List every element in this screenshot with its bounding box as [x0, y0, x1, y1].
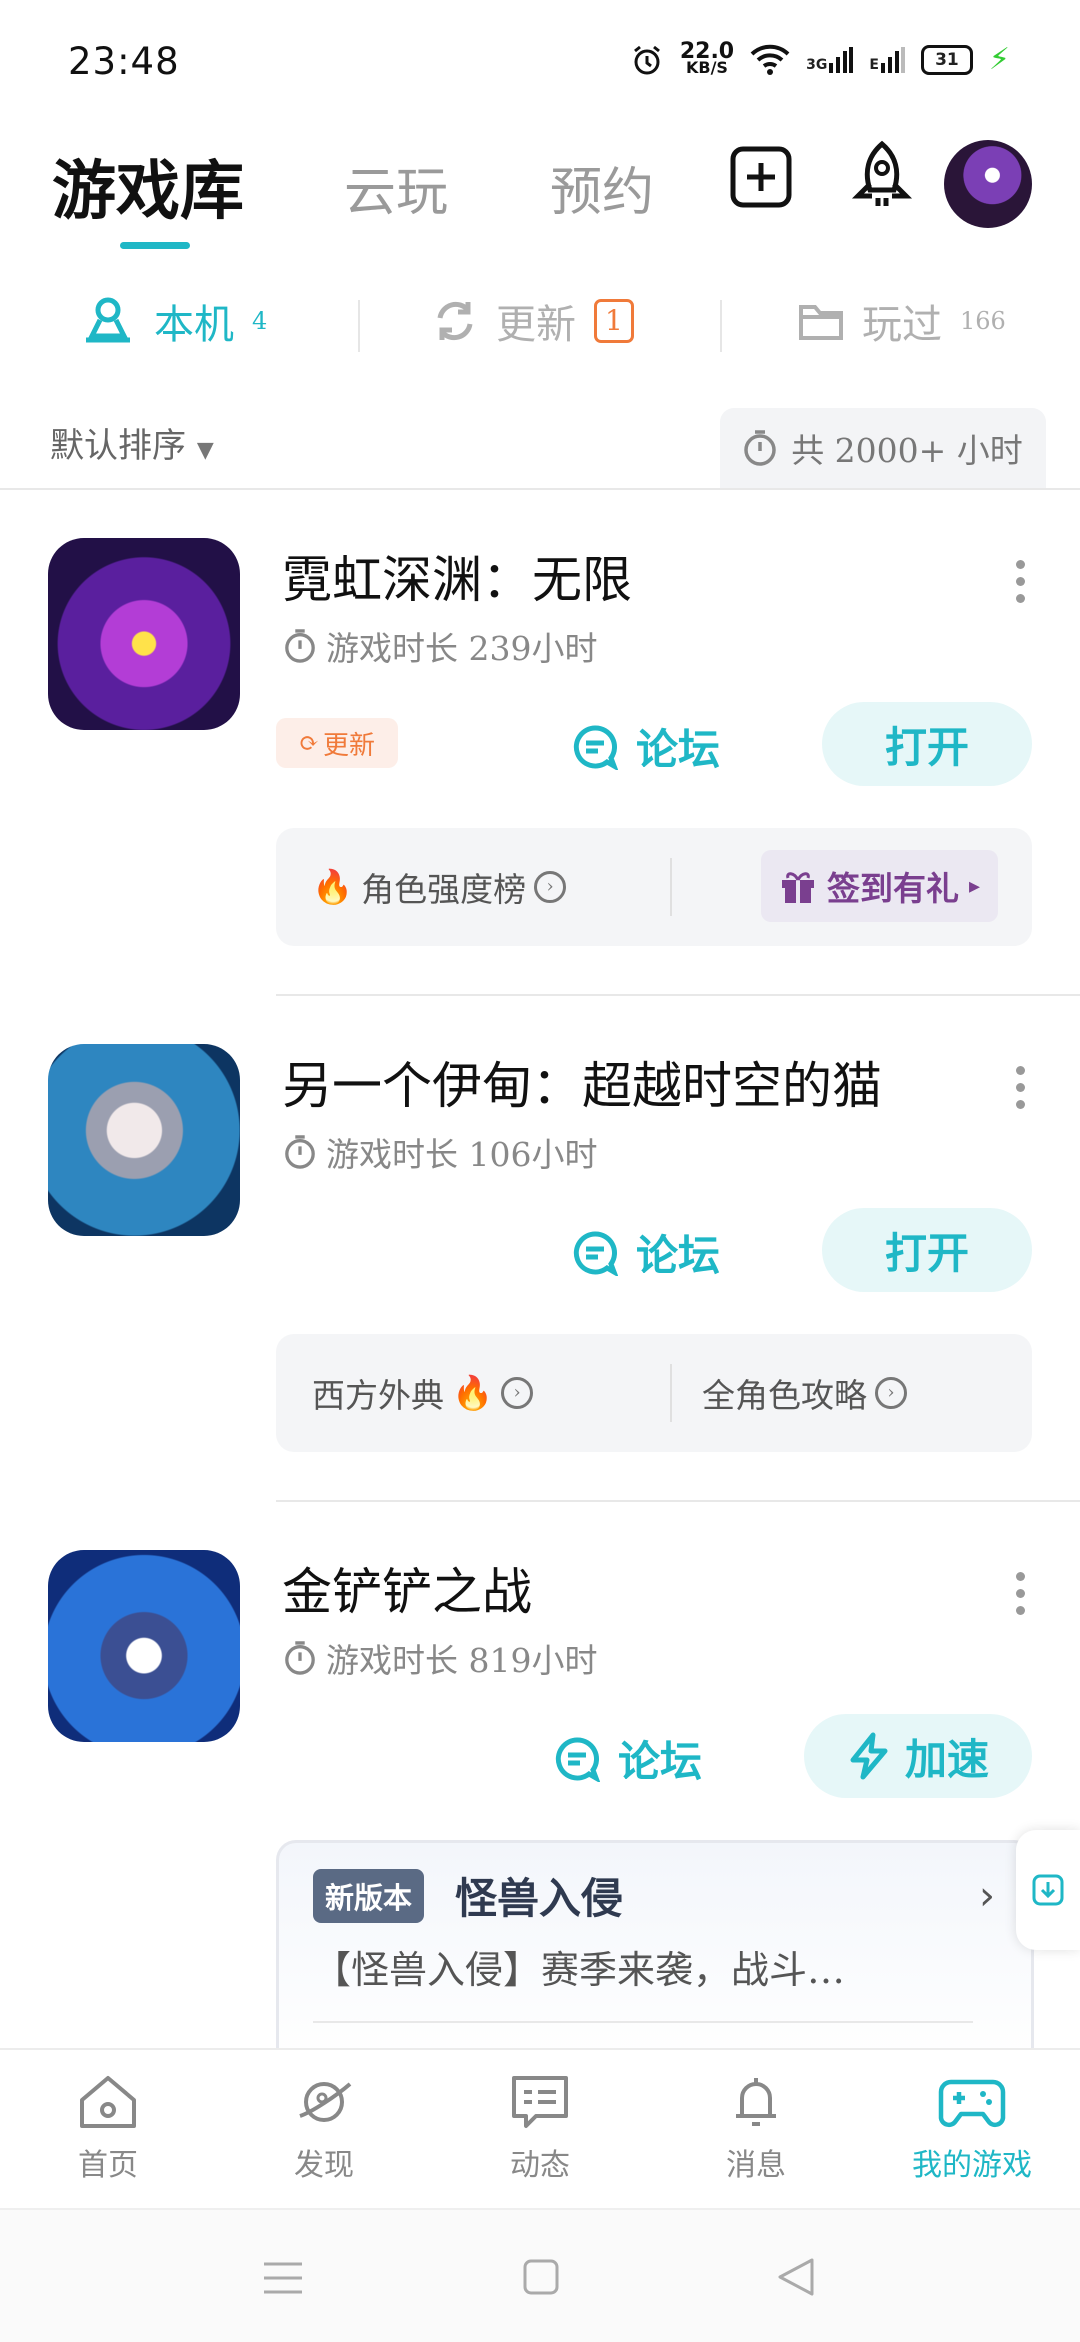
- game-icon-neon-abyss[interactable]: [48, 538, 240, 730]
- divider: [720, 300, 722, 352]
- checkin-gift-button[interactable]: 签到有礼 ▸: [760, 850, 998, 922]
- folder-icon: [799, 305, 843, 340]
- signal-3g: 3G: [806, 46, 854, 73]
- total-hours: 共 2000+ 小时: [720, 408, 1046, 488]
- accelerate-button[interactable]: 加速: [804, 1714, 1032, 1798]
- fire-icon: 🔥: [452, 1373, 494, 1412]
- tab-cloud-play[interactable]: 云玩: [344, 150, 448, 225]
- forum-icon: [573, 724, 618, 770]
- menu-icon[interactable]: [262, 2260, 304, 2296]
- update-chip[interactable]: ⟳ 更新: [276, 718, 398, 768]
- open-button[interactable]: 打开: [822, 702, 1032, 786]
- net-speed: 22.0 KB/S: [679, 38, 735, 77]
- side-download-tab[interactable]: [1016, 1830, 1080, 1950]
- divider: [358, 300, 360, 352]
- link-character-ranking[interactable]: 🔥 角色强度榜 ›: [312, 828, 567, 946]
- refresh-icon: [437, 301, 473, 341]
- forum-button[interactable]: 论坛: [554, 1728, 702, 1789]
- game-icon-another-eden[interactable]: [48, 1044, 240, 1236]
- play-time: 游戏时长 239小时: [284, 622, 597, 670]
- charging-icon: ⚡: [988, 42, 1010, 77]
- message-icon: [512, 2076, 568, 2128]
- news-body: 【怪兽入侵】赛季来袭，战斗…: [313, 1948, 846, 1992]
- avatar[interactable]: [944, 140, 1032, 228]
- forum-button[interactable]: 论坛: [572, 716, 720, 777]
- more-options-icon[interactable]: [1016, 560, 1026, 603]
- download-icon: [1032, 1874, 1064, 1906]
- nav-home[interactable]: 首页: [0, 2050, 216, 2210]
- new-version-tag: 新版本: [313, 1869, 425, 1923]
- timer-icon: [285, 629, 315, 663]
- subtab-local[interactable]: 本机 4: [80, 292, 267, 350]
- info-box: 西方外典 🔥 › 全角色攻略 ›: [276, 1334, 1032, 1452]
- lightning-icon: [850, 1732, 888, 1780]
- chevron-down-icon: ▼: [196, 438, 214, 463]
- update-count-badge: 1: [594, 299, 634, 343]
- sort-dropdown[interactable]: 默认排序 ▼: [50, 418, 214, 467]
- fire-icon: 🔥: [312, 867, 354, 906]
- signal-bars-icon: [829, 46, 854, 73]
- bell-icon: [736, 2078, 776, 2126]
- game-title[interactable]: 金铲铲之战: [282, 1552, 532, 1624]
- status-icons: 22.0 KB/S 3G E 31 ⚡: [630, 38, 1010, 77]
- divider: [276, 994, 1080, 996]
- signal-bars-icon: [880, 46, 905, 73]
- news-title: 怪兽入侵: [455, 1874, 624, 1923]
- link-character-guide[interactable]: 全角色攻略 ›: [702, 1334, 907, 1452]
- gift-icon: [781, 872, 814, 903]
- game-title[interactable]: 另一个伊甸：超越时空的猫: [282, 1046, 882, 1118]
- chevron-right-icon: ▸: [968, 873, 980, 899]
- news-card[interactable]: 新版本 怪兽入侵 › 【怪兽入侵】赛季来袭，战斗…: [276, 1840, 1034, 2063]
- divider: [313, 2021, 973, 2023]
- nav-discover[interactable]: 发现: [216, 2050, 432, 2210]
- timer-icon: [744, 430, 776, 466]
- subtab-played[interactable]: 玩过 166: [798, 292, 1006, 350]
- more-options-icon[interactable]: [1016, 1066, 1026, 1109]
- chevron-right-icon: ›: [501, 1377, 534, 1409]
- back-icon[interactable]: [776, 2256, 816, 2298]
- home-square-icon[interactable]: [522, 2258, 560, 2296]
- play-time: 游戏时长 106小时: [284, 1128, 597, 1176]
- play-time: 游戏时长 819小时: [284, 1634, 597, 1682]
- add-square-icon[interactable]: [730, 146, 792, 208]
- divider: [276, 1500, 1080, 1502]
- status-time: 23:48: [68, 40, 180, 83]
- forum-icon: [555, 1736, 600, 1782]
- signal-e: E: [869, 46, 905, 73]
- divider: [0, 488, 1080, 490]
- forum-icon: [573, 1230, 618, 1276]
- divider: [670, 1364, 672, 1422]
- nav-my-games[interactable]: 我的游戏: [864, 2050, 1080, 2210]
- open-button[interactable]: 打开: [822, 1208, 1032, 1292]
- local-device-icon: [86, 297, 130, 343]
- battery-indicator: 31: [920, 44, 973, 75]
- bottom-nav: 首页 发现 动态 消息 我的游戏: [0, 2048, 1080, 2210]
- timer-icon: [285, 1641, 315, 1675]
- link-western-codex[interactable]: 西方外典 🔥 ›: [312, 1334, 534, 1452]
- nav-messages[interactable]: 消息: [648, 2050, 864, 2210]
- rocket-icon[interactable]: [846, 140, 918, 212]
- more-options-icon[interactable]: [1016, 1572, 1026, 1615]
- chevron-right-icon: ›: [979, 1873, 995, 1919]
- wifi-icon: [750, 44, 790, 75]
- system-nav-bar: [0, 2208, 1080, 2342]
- game-icon-golden-spatula[interactable]: [48, 1550, 240, 1742]
- active-tab-indicator: [120, 242, 190, 249]
- planet-icon: [299, 2082, 352, 2122]
- chevron-right-icon: ›: [534, 871, 567, 903]
- info-box: 🔥 角色强度榜 › 签到有礼 ▸: [276, 828, 1032, 946]
- tab-reservation[interactable]: 预约: [550, 150, 654, 225]
- tab-game-library[interactable]: 游戏库: [52, 140, 244, 232]
- subtab-updates[interactable]: 更新 1: [432, 292, 634, 350]
- gamepad-icon: [938, 2079, 1006, 2128]
- game-title[interactable]: 霓虹深渊：无限: [282, 540, 632, 612]
- refresh-icon: ⟳: [298, 729, 320, 757]
- home-icon: [80, 2076, 136, 2128]
- timer-icon: [285, 1135, 315, 1169]
- chevron-right-icon: ›: [875, 1377, 907, 1409]
- nav-feed[interactable]: 动态: [432, 2050, 648, 2210]
- divider: [670, 858, 672, 916]
- alarm-icon: [633, 45, 660, 74]
- forum-button[interactable]: 论坛: [572, 1222, 720, 1283]
